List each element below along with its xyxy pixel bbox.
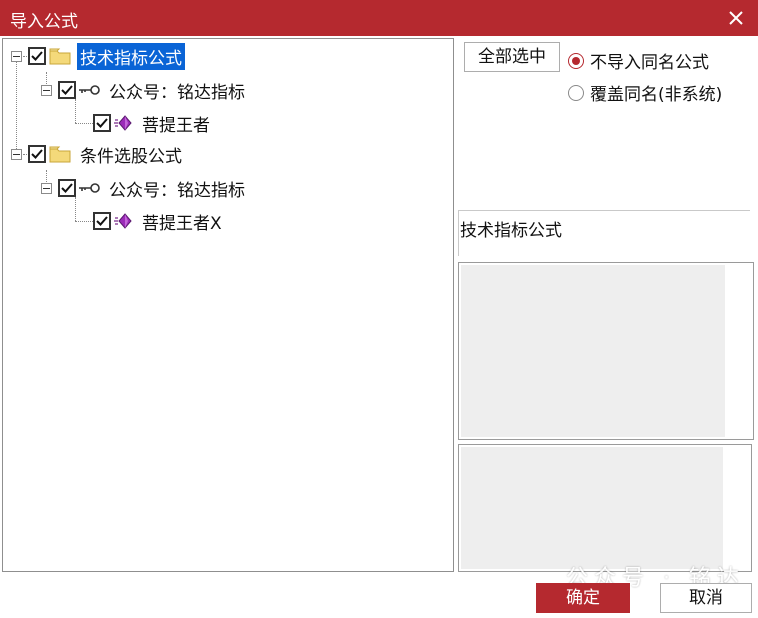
select-all-button[interactable]: 全部选中 <box>464 42 560 72</box>
tree-checkbox[interactable] <box>58 179 76 197</box>
radio-label: 不导入同名公式 <box>590 53 709 73</box>
tree-node-label[interactable]: 条件选股公式 <box>77 141 185 168</box>
tree-node-group[interactable]: 公众号：铭达指标 <box>41 173 248 203</box>
tree-checkbox[interactable] <box>28 47 46 65</box>
cancel-button[interactable]: 取消 <box>660 583 752 613</box>
tree-node-folder[interactable]: 条件选股公式 <box>11 139 185 169</box>
radio-button[interactable] <box>568 84 584 101</box>
tree-node-label[interactable]: 菩提王者 <box>139 110 213 137</box>
collapse-icon[interactable] <box>11 50 22 62</box>
tree-checkbox[interactable] <box>58 81 76 99</box>
tree-checkbox[interactable] <box>93 114 111 132</box>
tree-node-label[interactable]: 菩提王者X <box>139 208 225 235</box>
tree-node-folder[interactable]: 技术指标公式 <box>11 41 185 71</box>
radio-button[interactable] <box>568 52 584 69</box>
tree-checkbox[interactable] <box>28 145 46 163</box>
tree-node-formula[interactable]: 菩提王者 <box>93 108 213 138</box>
radio-label: 覆盖同名(非系统) <box>590 85 723 105</box>
key-icon <box>78 181 100 195</box>
info-divider <box>458 210 750 211</box>
description-content <box>461 265 725 437</box>
window-title: 导入公式 <box>10 12 78 32</box>
info-title: 技术指标公式 <box>460 221 562 241</box>
tree-connector <box>75 221 93 222</box>
info-divider <box>458 210 459 256</box>
folder-icon <box>49 145 71 163</box>
tree-checkbox[interactable] <box>93 212 111 230</box>
formula-tree[interactable]: 技术指标公式 公众号：铭达指标 菩提王者 条件选股公式 公众号：铭达指标 菩提王… <box>2 38 454 572</box>
gem-icon <box>113 213 133 229</box>
tree-node-label[interactable]: 技术指标公式 <box>77 42 185 70</box>
radio-no-import-same[interactable]: 不导入同名公式 <box>568 48 709 73</box>
close-icon[interactable] <box>722 4 750 32</box>
collapse-icon[interactable] <box>11 148 22 160</box>
title-bar: 导入公式 <box>0 0 758 36</box>
tree-connector <box>75 123 93 124</box>
radio-overwrite-same[interactable]: 覆盖同名(非系统) <box>568 80 722 105</box>
tree-node-formula[interactable]: 菩提王者X <box>93 206 225 236</box>
collapse-icon[interactable] <box>41 182 52 194</box>
tree-node-label[interactable]: 公众号：铭达指标 <box>106 77 248 104</box>
key-icon <box>78 83 100 97</box>
tree-node-label[interactable]: 公众号：铭达指标 <box>106 175 248 202</box>
collapse-icon[interactable] <box>41 84 52 96</box>
description-box[interactable] <box>458 262 754 440</box>
detail-content <box>461 447 723 569</box>
folder-icon <box>49 47 71 65</box>
ok-button[interactable]: 确定 <box>536 583 630 613</box>
tree-node-group[interactable]: 公众号：铭达指标 <box>41 75 248 105</box>
detail-box[interactable] <box>458 444 752 572</box>
gem-icon <box>113 115 133 131</box>
